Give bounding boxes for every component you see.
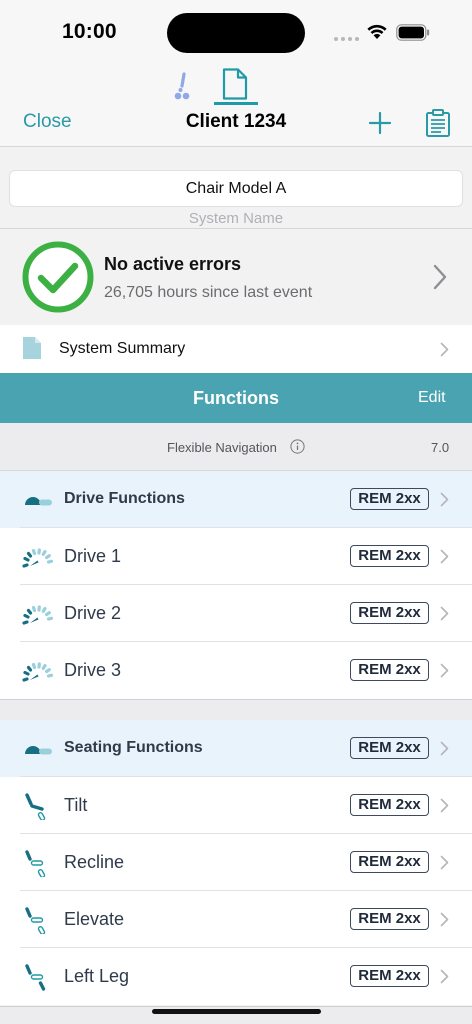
flexible-navigation-label: Flexible Navigation — [167, 440, 277, 455]
rem-badge: REM 2xx — [350, 545, 429, 567]
system-name-placeholder: System Name — [188, 210, 284, 227]
chevron-right-icon — [440, 663, 449, 678]
system-name-input[interactable]: Chair Model A — [9, 170, 463, 207]
chevron-right-icon — [440, 342, 449, 357]
list-item-label: Drive 2 — [64, 603, 122, 623]
dynamic-island — [167, 13, 305, 53]
rem-badge: REM 2xx — [350, 659, 429, 681]
list-item-label: Drive 1 — [64, 546, 122, 566]
recline-seat-icon — [25, 850, 46, 877]
list-item-recline[interactable]: Recline REM 2xx — [0, 834, 472, 891]
chevron-right-icon — [440, 492, 449, 507]
plus-icon[interactable] — [367, 110, 393, 136]
list-item-elevate[interactable]: Elevate REM 2xx — [0, 891, 472, 948]
function-group-icon — [25, 497, 52, 506]
flexible-navigation-row: Flexible Navigation 7.0 — [0, 423, 472, 471]
section-spacer — [0, 699, 472, 720]
functions-header: Functions Edit — [0, 373, 472, 423]
success-check-icon — [22, 241, 94, 313]
tilt-seat-icon — [25, 793, 46, 820]
list-item-left-leg[interactable]: Left Leg REM 2xx — [0, 948, 472, 1005]
function-group-icon — [25, 746, 52, 755]
document-icon — [23, 337, 41, 359]
cellular-signal-icon — [334, 37, 360, 41]
list-item-label: Left Leg — [64, 966, 130, 986]
list-item-label: Drive 3 — [64, 660, 122, 680]
rem-badge: REM 2xx — [350, 908, 429, 930]
error-status-subtitle: 26,705 hours since last event — [104, 284, 313, 301]
rem-badge: REM 2xx — [350, 737, 429, 759]
rem-badge: REM 2xx — [350, 602, 429, 624]
chevron-right-icon — [440, 549, 449, 564]
list-group-label: Seating Functions — [64, 739, 203, 756]
list-item-label: Recline — [64, 852, 125, 872]
error-status-row[interactable]: No active errors 26,705 hours since last… — [0, 228, 472, 324]
rem-badge: REM 2xx — [350, 965, 429, 987]
rem-badge: REM 2xx — [350, 851, 429, 873]
wifi-icon — [367, 24, 387, 39]
segment-selection-indicator — [214, 102, 258, 105]
speedometer-icon — [22, 548, 54, 568]
list-item-tilt[interactable]: Tilt REM 2xx — [0, 777, 472, 834]
list-item-label: Tilt — [64, 795, 88, 815]
navigation-bar: Close Client 1234 — [0, 64, 472, 147]
flexible-navigation-version: 7.0 — [431, 440, 450, 455]
chevron-right-icon — [440, 606, 449, 621]
list-item-drive-2[interactable]: Drive 2 REM 2xx — [0, 585, 472, 642]
list-group-label: Drive Functions — [64, 490, 185, 507]
chevron-right-icon — [440, 855, 449, 870]
document-icon[interactable] — [220, 68, 250, 100]
close-button[interactable]: Close — [23, 111, 72, 133]
chevron-right-icon — [440, 969, 449, 984]
list-group-header-seating[interactable]: Seating Functions REM 2xx — [0, 720, 472, 777]
chevron-right-icon — [440, 912, 449, 927]
clipboard-icon[interactable] — [424, 108, 452, 138]
list-item-drive-3[interactable]: Drive 3 REM 2xx — [0, 642, 472, 699]
elevate-seat-icon — [25, 907, 46, 934]
edit-button[interactable]: Edit — [418, 389, 446, 407]
error-status-title: No active errors — [104, 254, 242, 274]
info-icon[interactable] — [290, 439, 305, 454]
chevron-right-icon — [433, 264, 447, 290]
list-item-label: Elevate — [64, 909, 125, 929]
system-summary-row[interactable]: System Summary — [0, 325, 472, 373]
chevron-right-icon — [440, 798, 449, 813]
speedometer-icon — [22, 605, 54, 625]
chevron-right-icon — [440, 741, 449, 756]
rem-badge: REM 2xx — [350, 488, 429, 510]
home-indicator[interactable] — [152, 1009, 321, 1014]
rem-badge: REM 2xx — [350, 794, 429, 816]
status-time: 10:00 — [62, 20, 117, 43]
wheelchair-icon[interactable] — [168, 72, 194, 100]
battery-icon — [396, 24, 430, 41]
system-summary-label: System Summary — [59, 340, 186, 357]
list-item-drive-1[interactable]: Drive 1 REM 2xx — [0, 528, 472, 585]
speedometer-icon — [22, 662, 54, 682]
functions-title: Functions — [193, 388, 279, 408]
leg-rest-icon — [25, 964, 46, 991]
list-group-header-drive[interactable]: Drive Functions REM 2xx — [0, 471, 472, 528]
status-bar: 10:00 — [0, 0, 472, 64]
